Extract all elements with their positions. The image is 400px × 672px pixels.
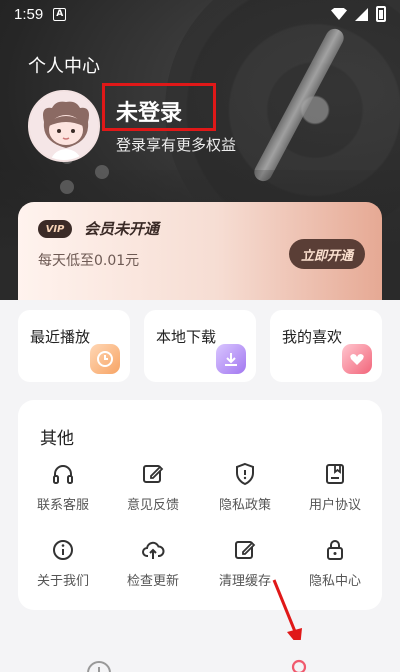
download-icon bbox=[216, 344, 246, 374]
battery-icon bbox=[376, 6, 386, 22]
menu-item-privacy-policy[interactable]: 隐私政策 bbox=[200, 462, 290, 513]
bookmark-doc-icon bbox=[326, 464, 344, 484]
edit-icon bbox=[143, 465, 164, 483]
bottom-tab-bar bbox=[0, 640, 400, 672]
quick-action-recent[interactable]: 最近播放 bbox=[18, 310, 130, 382]
heart-icon bbox=[342, 344, 372, 374]
avatar[interactable] bbox=[28, 90, 100, 162]
activate-vip-button[interactable]: 立即开通 bbox=[289, 239, 365, 269]
menu-item-label: 隐私政策 bbox=[218, 498, 271, 513]
tab-music-icon[interactable] bbox=[86, 660, 112, 672]
lock-icon bbox=[327, 540, 343, 560]
quick-action-downloads[interactable]: 本地下载 bbox=[144, 310, 256, 382]
notification-icon: A bbox=[53, 7, 67, 21]
username-label[interactable]: 未登录 bbox=[116, 95, 182, 127]
status-time: 1:59 bbox=[14, 5, 44, 23]
menu-item-user-agreement[interactable]: 用户协议 bbox=[290, 462, 380, 513]
menu-item-label: 用户协议 bbox=[308, 498, 361, 513]
deck-knob-image bbox=[60, 180, 74, 194]
tab-me-icon[interactable] bbox=[286, 658, 312, 672]
menu-item-label: 意见反馈 bbox=[126, 498, 179, 513]
quick-action-label: 本地下载 bbox=[156, 328, 217, 346]
others-card: 其他 联系客服 意见反馈 隐私政策 用户协议 关于我们 检查更新 清理缓存 隐私… bbox=[18, 400, 382, 610]
page-title: 个人中心 bbox=[28, 56, 100, 77]
info-icon bbox=[53, 540, 73, 560]
quick-action-label: 最近播放 bbox=[30, 328, 91, 346]
edit-icon bbox=[235, 541, 256, 559]
headphones-icon bbox=[53, 465, 73, 484]
menu-item-about-us[interactable]: 关于我们 bbox=[18, 538, 108, 589]
signal-icon bbox=[355, 7, 368, 21]
login-benefit-text[interactable]: 登录享有更多权益 bbox=[116, 134, 236, 155]
quick-action-favorites[interactable]: 我的喜欢 bbox=[270, 310, 382, 382]
menu-item-contact-support[interactable]: 联系客服 bbox=[18, 462, 108, 513]
vip-status-title: 会员未开通 bbox=[84, 220, 160, 238]
menu-item-label: 联系客服 bbox=[36, 498, 89, 513]
quick-action-label: 我的喜欢 bbox=[282, 328, 343, 346]
deck-knob-image bbox=[95, 165, 109, 179]
vip-price-text: 每天低至0.01元 bbox=[38, 253, 140, 269]
others-title: 其他 bbox=[40, 429, 74, 449]
menu-item-label: 关于我们 bbox=[36, 574, 89, 589]
cloud-upload-icon bbox=[142, 541, 165, 559]
vip-badge: VIP bbox=[38, 220, 72, 238]
wifi-icon bbox=[331, 8, 347, 20]
shield-icon bbox=[236, 462, 254, 486]
menu-item-feedback[interactable]: 意见反馈 bbox=[108, 462, 198, 513]
status-bar: 1:59 A bbox=[0, 0, 400, 28]
menu-item-label: 检查更新 bbox=[126, 574, 179, 589]
menu-item-check-update[interactable]: 检查更新 bbox=[108, 538, 198, 589]
clock-icon bbox=[90, 344, 120, 374]
vip-card[interactable]: VIP 会员未开通 每天低至0.01元 立即开通 bbox=[18, 202, 382, 300]
